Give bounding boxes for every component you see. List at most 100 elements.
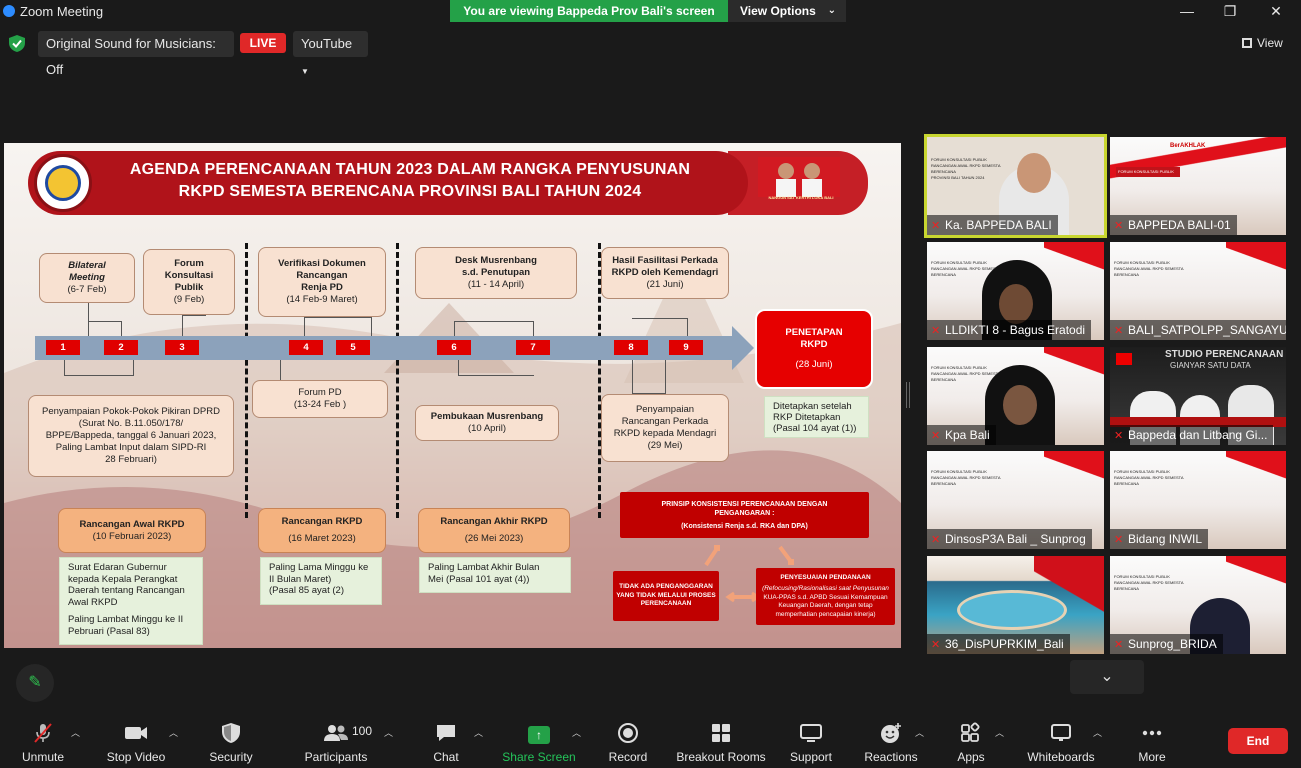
agenda-box-penyampaian: Penyampaian Rancangan Perkada RKPD kepad… [601,394,729,462]
security-label: Security [209,750,253,764]
header-caption: NANGUN SAT KERTHI LOKA BALI [768,195,834,200]
connector-line [454,321,534,336]
scroll-down-button[interactable]: ⌄ [1070,660,1144,694]
live-badge[interactable]: LIVE [240,33,286,53]
participant-tile[interactable]: FORUM KONSULTASI PUBLIK RANCANGAN AWAL RK… [927,347,1104,445]
participant-name-text: Bidang INWIL [1128,532,1203,546]
mic-muted-icon: ✕ [1114,325,1124,337]
timeline-step: 8 [614,340,648,355]
note-line: RKP Ditetapkan [773,412,841,423]
tile-text-line: FORUM KONSULTASI PUBLIK [931,365,987,370]
unmute-label: Unmute [21,750,65,764]
box-line: Penyampaian [635,404,695,415]
breakout-rooms-icon [712,724,730,742]
meeting-toolbar: Unmute ︿ Stop Video ︿ Security Participa… [0,712,1301,768]
reactions-button[interactable]: Reactions [862,722,920,764]
box-line: s.d. Penutupan [461,267,531,278]
participant-name-text: BAPPEDA BALI-01 [1128,218,1231,232]
box-line: Forum PD [298,387,342,398]
participant-face [1003,385,1037,425]
annotate-button[interactable]: ✎ [16,664,54,702]
video-camera-icon [125,727,147,739]
box-line: Verifikasi Dokumen [278,258,366,269]
participant-name: ✕ BAPPEDA BALI-01 [1110,215,1237,235]
minimize-button[interactable]: — [1177,2,1197,20]
box-line: YANG TIDAK MELALUI PROSES [616,591,716,599]
mic-muted-icon: ✕ [1114,220,1124,232]
chevron-down-icon: ⌄ [1100,668,1114,685]
box-line: (11 - 14 April) [467,279,525,290]
stop-video-button[interactable]: Stop Video [104,722,168,764]
unmute-button[interactable]: Unmute [20,722,66,764]
view-button[interactable]: View [1242,36,1283,50]
participant-name-text: BALI_SATPOLPP_SANGAYU [1128,323,1286,337]
participant-tile[interactable]: FORUM KONSULTASI PUBLIK RANCANGAN AWAL RK… [927,451,1104,549]
tile-text-line: FORUM KONSULTASI PUBLIK [1114,574,1170,579]
participant-tile[interactable]: FORUM KONSULTASI PUBLIK RANCANGAN AWAL RK… [927,242,1104,340]
participant-tile[interactable]: FORUM KONSULTASI PUBLIK RANCANGAN AWAL RK… [1110,451,1286,549]
mic-muted-icon: ✕ [1114,639,1124,651]
tile-text-line: FORUM KONSULTASI PUBLIK [1118,169,1174,174]
caret-up-icon[interactable]: ︿ [474,726,483,739]
participant-tile[interactable]: STUDIO PERENCANAAN GIANYAR SATU DATA ✕ Ba… [1110,347,1286,445]
caret-up-icon[interactable]: ︿ [71,726,80,739]
participant-tile[interactable]: FORUM KONSULTASI PUBLIK RANCANGAN AWAL RK… [1110,556,1286,654]
end-meeting-button[interactable]: End [1228,728,1288,754]
tile-text-line: FORUM KONSULTASI PUBLIK [931,157,987,162]
pencil-icon: ✎ [28,674,42,691]
box-line: (29 Mei) [647,440,683,451]
caret-up-icon[interactable]: ︿ [572,726,581,739]
participant-tile[interactable]: FORUM KONSULTASI PUBLIK RANCANGAN AWAL RK… [924,134,1107,238]
penetapan-note: Ditetapkan setelah RKP Ditetapkan (Pasal… [764,396,869,438]
participant-tile[interactable]: BerAKHLAK FORUM KONSULTASI PUBLIK ✕ BAPPE… [1110,137,1286,235]
timeline-step: 6 [437,340,471,355]
tile-text-line: FORUM KONSULTASI PUBLIK [1114,469,1170,474]
caret-up-icon[interactable]: ︿ [1093,726,1102,739]
box-line: TIDAK ADA PENGANGGARAN [619,583,713,591]
note-line: (Pasal 85 ayat (2) [269,585,344,596]
prinsip-konsistensi-box: PRINSIP KONSISTENSI PERENCANAAN DENGAN P… [620,492,869,538]
stream-dropdown[interactable]: YouTube ▼ [293,31,368,76]
apps-button[interactable]: Apps [952,722,990,764]
box-line: (Konsistensi Renja s.d. RKA dan DPA) [681,522,808,530]
caret-up-icon[interactable]: ︿ [169,726,178,739]
whiteboards-button[interactable]: Whiteboards [1024,722,1098,764]
whiteboard-icon [1051,724,1071,741]
mic-muted-icon: ✕ [1114,430,1124,442]
participant-name-text: LLDIKTI 8 - Bagus Eratodi [945,323,1086,337]
close-window-button[interactable]: ✕ [1266,2,1286,20]
more-button[interactable]: More [1132,722,1172,764]
mic-muted-icon [34,723,52,743]
more-label: More [1138,750,1166,764]
studio-subtitle: GIANYAR SATU DATA [1170,361,1251,370]
timeline-step: 2 [104,340,138,355]
caret-up-icon[interactable]: ︿ [384,726,393,739]
panel-resize-handle[interactable] [906,382,910,408]
mic-muted-icon: ✕ [931,325,941,337]
tile-banner [1044,242,1104,288]
view-options-button[interactable]: View Options ⌄ [728,0,846,22]
encryption-shield-icon[interactable] [9,35,25,52]
chat-button[interactable]: Chat [425,722,467,764]
participant-tile[interactable]: FORUM KONSULTASI PUBLIK RANCANGAN AWAL RK… [1110,242,1286,340]
participant-tile[interactable]: ✕ 36_DisPUPRKIM_Bali [927,556,1104,654]
security-button[interactable]: Security [205,722,257,764]
caret-down-icon: ▼ [301,67,309,76]
restore-button[interactable]: ❐ [1220,2,1240,20]
chat-label: Chat [433,750,459,764]
tile-text-line: RANCANGAN AWAL RKPD SEMESTA BERENCANA [931,475,1001,486]
breakout-rooms-button[interactable]: Breakout Rooms [674,722,768,764]
apps-label: Apps [957,750,985,764]
caret-up-icon[interactable]: ︿ [995,726,1004,739]
share-screen-button[interactable]: ↑ Share Screen [502,722,576,764]
box-line: Desk Musrenbang [455,255,537,266]
support-button[interactable]: Support [786,722,836,764]
record-button[interactable]: Record [606,722,650,764]
original-sound-button[interactable]: Original Sound for Musicians: Off [38,31,234,77]
share-screen-icon: ↑ [502,722,576,744]
participant-name: ✕ Sunprog_BRIDA [1110,634,1223,654]
caret-up-icon[interactable]: ︿ [915,726,924,739]
emoji-plus-icon [881,723,901,743]
agenda-box-bilateral: Bilateral Meeting (6-7 Feb) [39,253,135,303]
timeline-step: 1 [46,340,80,355]
